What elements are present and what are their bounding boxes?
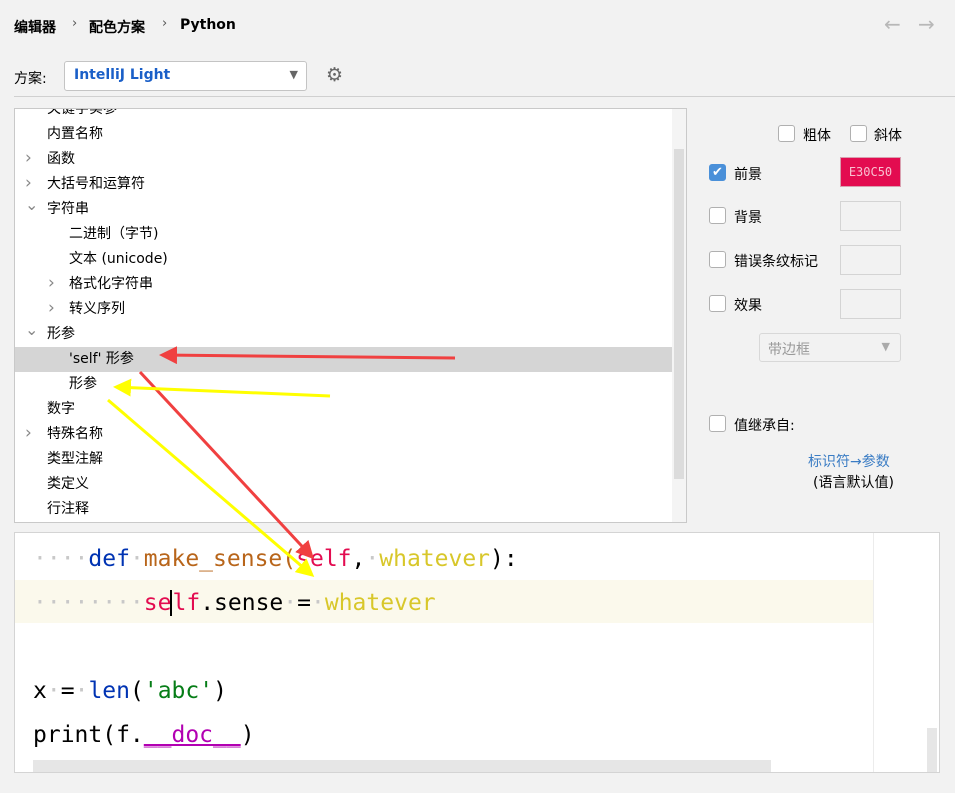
breadcrumb-separator-icon: ›	[162, 16, 168, 31]
tree-item-label: 大括号和运算符	[47, 176, 145, 192]
self-param: self	[296, 546, 352, 572]
forward-arrow-icon[interactable]: →	[918, 12, 935, 36]
code-preview[interactable]: ····def·make_sense(self,·whatever): ····…	[14, 532, 940, 773]
chevron-right-icon[interactable]: ›	[48, 296, 55, 321]
background-label: 背景	[734, 210, 762, 226]
inherit-link[interactable]: 标识符→参数	[808, 451, 890, 471]
breadcrumb-separator-icon: ›	[72, 16, 78, 31]
foreground-label: 前景	[734, 167, 762, 183]
inherit-checkbox[interactable]	[709, 415, 726, 432]
error-stripe-label: 错误条纹标记	[734, 254, 818, 270]
bold-checkbox[interactable]	[778, 125, 795, 142]
tree-item[interactable]: 二进制（字节)	[15, 222, 672, 247]
tree-item[interactable]: 关键字实参	[15, 108, 672, 122]
code-line-1: ····def·make_sense(self,·whatever):	[33, 546, 518, 572]
background-checkbox[interactable]	[709, 207, 726, 224]
right-margin-guide	[873, 533, 874, 772]
tree-item[interactable]: › 格式化字符串	[15, 272, 672, 297]
tree-item-label: 形参	[69, 376, 97, 392]
tree-item[interactable]: 形参	[15, 372, 672, 397]
scheme-label: 方案:	[14, 71, 47, 87]
code-line-2: ········self.sense·=·whatever	[33, 590, 436, 616]
back-arrow-icon[interactable]: ←	[884, 12, 901, 36]
tree-scrollbar-thumb[interactable]	[674, 149, 684, 479]
tree-item[interactable]: › 转义序列	[15, 297, 672, 322]
divider	[14, 96, 955, 97]
effects-color-swatch[interactable]	[840, 289, 901, 319]
tree-item-label: 文本 (unicode)	[69, 251, 168, 267]
effects-checkbox[interactable]	[709, 295, 726, 312]
tree-item-label: 转义序列	[69, 301, 125, 317]
tree-item[interactable]: › 特殊名称	[15, 422, 672, 447]
tree-item[interactable]: 行注释	[15, 497, 672, 522]
scheme-dropdown[interactable]: IntelliJ Light ▼	[64, 61, 307, 91]
tree-item-label: 形参	[47, 326, 75, 342]
breadcrumb-python: Python	[180, 17, 236, 33]
effects-label: 效果	[734, 298, 762, 314]
inherit-label: 值继承自:	[734, 418, 795, 434]
tree-item[interactable]: 文本 (unicode)	[15, 247, 672, 272]
tree-item[interactable]: ⌄ 形参	[15, 320, 672, 347]
foreground-checkbox[interactable]: ✔	[709, 164, 726, 181]
chevron-down-icon: ▼	[289, 68, 298, 81]
code-line-3: x·=·len('abc')	[33, 678, 227, 704]
tree-item-label: 行注释	[47, 501, 89, 517]
tree-item-label: 类型注解	[47, 451, 103, 467]
foreground-color-swatch[interactable]: E30C50	[840, 157, 901, 187]
attribute-tree[interactable]: 关键字实参 内置名称 › 函数 › 大括号和运算符 ⌄ 字符串 二进制（字节) 文本 (unico…	[14, 108, 687, 523]
chevron-down-icon[interactable]: ⌄	[25, 317, 38, 342]
scheme-value: IntelliJ Light	[74, 67, 171, 83]
effect-type-dropdown[interactable]: 带边框 ▼	[759, 333, 901, 362]
inherit-note: (语言默认值)	[813, 475, 894, 491]
tree-item-label: 字符串	[47, 201, 89, 217]
tree-item-label: 二进制（字节)	[69, 226, 159, 242]
tree-item[interactable]: 类型注解	[15, 447, 672, 472]
error-stripe-color-swatch[interactable]	[840, 245, 901, 275]
chevron-right-icon[interactable]: ›	[48, 271, 55, 296]
tree-item[interactable]: 'self' 形参	[15, 347, 672, 372]
tree-item-label: 数字	[47, 401, 75, 417]
gear-icon[interactable]: ⚙	[326, 64, 343, 86]
tree-item[interactable]: 数字	[15, 397, 672, 422]
code-line-4: print(f.__doc__)	[33, 722, 255, 748]
tree-scrollbar[interactable]	[672, 109, 686, 522]
bold-label: 粗体	[803, 128, 831, 144]
tree-item-label: 'self' 形参	[69, 351, 134, 367]
vertical-scrollbar[interactable]	[927, 728, 937, 772]
tree-item-label: 函数	[47, 151, 75, 167]
breadcrumb-color-scheme[interactable]: 配色方案	[89, 17, 145, 37]
tree-item-label: 关键字实参	[47, 108, 117, 117]
chevron-down-icon: ▼	[881, 340, 890, 353]
horizontal-scrollbar[interactable]	[33, 760, 771, 772]
tree-item-label: 类定义	[47, 476, 89, 492]
tree-item-label: 格式化字符串	[69, 276, 153, 292]
breadcrumb-editor[interactable]: 编辑器	[14, 17, 56, 37]
effect-type-value: 带边框	[768, 342, 810, 358]
italic-label: 斜体	[874, 128, 902, 144]
error-stripe-checkbox[interactable]	[709, 251, 726, 268]
tree-item[interactable]: 类定义	[15, 472, 672, 497]
tree-item[interactable]: 内置名称	[15, 122, 672, 147]
tree-item-label: 内置名称	[47, 126, 103, 142]
tree-item[interactable]: › 大括号和运算符	[15, 172, 672, 197]
checkmark-icon: ✔	[712, 165, 723, 180]
tree-item[interactable]: ⌄ 字符串	[15, 195, 672, 222]
tree-item-label: 特殊名称	[47, 426, 103, 442]
chevron-down-icon[interactable]: ⌄	[25, 192, 38, 217]
tree-item[interactable]: › 函数	[15, 147, 672, 172]
chevron-right-icon[interactable]: ›	[25, 146, 32, 171]
italic-checkbox[interactable]	[850, 125, 867, 142]
chevron-right-icon[interactable]: ›	[25, 421, 32, 446]
background-color-swatch[interactable]	[840, 201, 901, 231]
